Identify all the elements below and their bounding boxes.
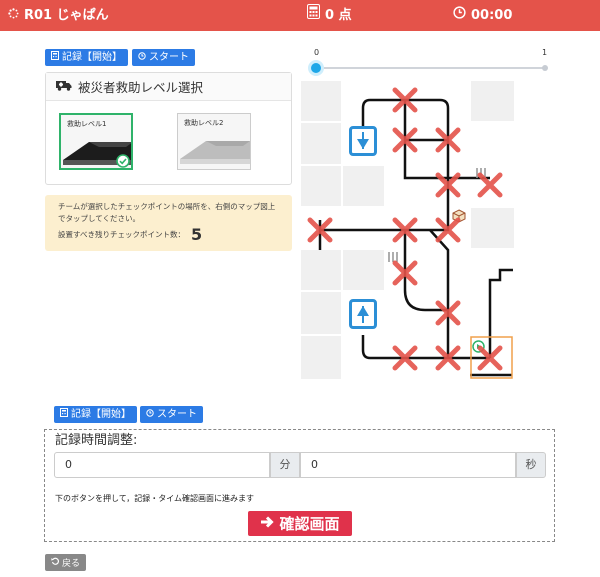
notice-line-1: チームが選択したチェックポイントの場所を、右側のマップ図上	[58, 202, 276, 211]
undo-icon	[51, 557, 59, 568]
arrow-down-tile[interactable]	[349, 126, 377, 156]
calculator-icon	[307, 0, 320, 31]
minutes-input[interactable]: 0	[54, 452, 270, 478]
arrow-up-tile[interactable]	[349, 299, 377, 329]
score-display: 0 点	[307, 0, 352, 31]
remaining-row: 設置すべき残りチェックポイント数： 5	[58, 227, 284, 243]
calculator-icon	[51, 49, 59, 66]
rescue-level-1-label: 救助レベル1	[67, 120, 107, 128]
clock-icon	[453, 0, 466, 31]
rescue-panel-header: 被災者救助レベル選択	[46, 73, 291, 101]
start-label-bottom: スタート	[157, 409, 197, 420]
rescue-level-panel: 被災者救助レベル選択 救助レベル1 救助レベル2	[45, 72, 292, 185]
confirm-hint: 下のボタンを押して，記録・タイム確認画面に進みます	[55, 494, 255, 503]
arrow-right-icon	[260, 515, 275, 533]
record-start-button-bottom[interactable]: 記録【開始】	[54, 406, 137, 423]
clock-icon	[138, 49, 146, 66]
rescue-level-2-card[interactable]: 救助レベル2	[177, 113, 251, 170]
rescue-level-2-label: 救助レベル2	[184, 119, 224, 127]
rescue-level-1-card[interactable]: 救助レベル1	[59, 113, 133, 170]
spinner-icon	[8, 0, 19, 31]
time-adjust-title: 記録時間調整:	[55, 433, 138, 448]
score-value: 0 点	[325, 8, 352, 23]
seconds-input[interactable]: 0	[300, 452, 516, 478]
record-start-label: 記録【開始】	[62, 52, 122, 63]
back-button[interactable]: 戻る	[45, 554, 87, 571]
slider-end-dot	[542, 65, 548, 71]
checkpoint-notice: チームが選択したチェックポイントの場所を、右側のマップ図上 でタップしてください…	[45, 195, 292, 251]
slider-handle[interactable]	[308, 60, 324, 76]
confirm-screen-label: 確認画面	[279, 515, 340, 533]
obstacle-icon	[452, 208, 466, 227]
back-label: 戻る	[62, 559, 81, 569]
clock-icon	[146, 406, 154, 423]
seconds-unit: 秒	[516, 452, 546, 478]
header-bar: R01 じゃぱん 0 点 00:00	[0, 0, 600, 31]
remaining-count: 5	[190, 225, 203, 244]
confirm-screen-button[interactable]: 確認画面	[248, 511, 352, 536]
slider-track	[317, 67, 547, 69]
notice-line-2: でタップしてください。	[58, 214, 141, 223]
remaining-label: 設置すべき残りチェックポイント数：	[58, 230, 185, 239]
ambulance-icon	[56, 79, 72, 94]
record-start-label-bottom: 記録【開始】	[71, 409, 131, 420]
rescue-panel-title: 被災者救助レベル選択	[78, 80, 204, 95]
minutes-unit: 分	[270, 452, 300, 478]
record-start-button[interactable]: 記録【開始】	[45, 49, 128, 66]
team-info: R01 じゃぱん	[8, 0, 109, 31]
start-button[interactable]: スタート	[132, 49, 195, 66]
check-circle-icon	[116, 153, 130, 168]
course-map[interactable]	[300, 80, 515, 380]
start-button-bottom[interactable]: スタート	[140, 406, 203, 423]
timer-display: 00:00	[453, 0, 512, 31]
calculator-icon	[60, 406, 68, 423]
start-marker-icon	[472, 338, 485, 357]
slider-min-label: 0	[314, 48, 320, 57]
team-name: R01 じゃぱん	[24, 8, 109, 23]
start-label: スタート	[149, 52, 189, 63]
slider-max-label: 1	[542, 48, 548, 57]
timer-value: 00:00	[471, 8, 513, 23]
checkpoint-slider[interactable]: 0 1	[308, 48, 554, 78]
